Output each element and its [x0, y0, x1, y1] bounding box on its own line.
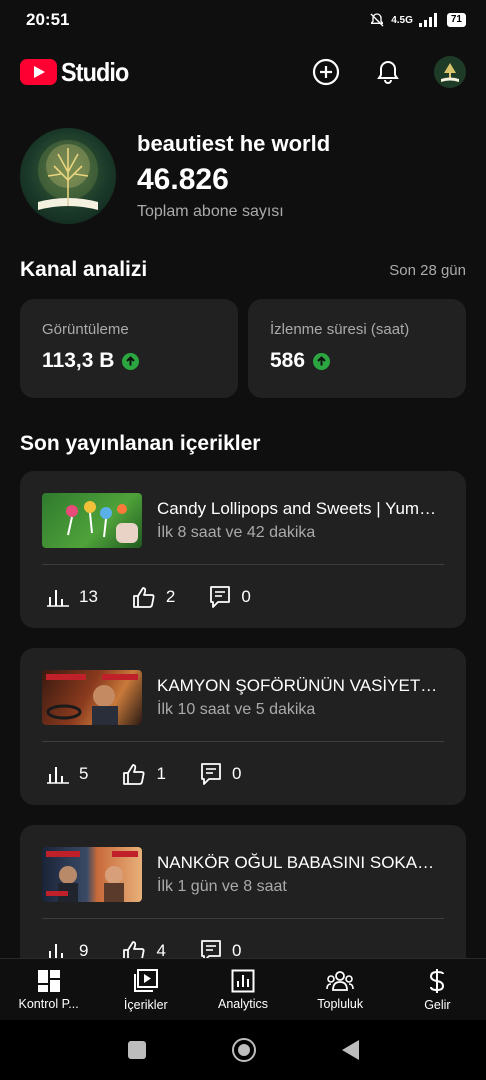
likes-metric: 2: [132, 586, 175, 608]
back-button[interactable]: [341, 1040, 359, 1060]
views-card[interactable]: Görüntüleme 113,3 B: [20, 299, 238, 398]
video-title: Candy Lollipops and Sweets | Yummy Candy: [157, 499, 439, 518]
nav-label: İçerikler: [123, 997, 168, 1012]
views-metric: 5: [47, 764, 88, 784]
status-time: 20:51: [26, 10, 70, 29]
nav-label: Kontrol P...: [18, 996, 79, 1011]
watchtime-label: İzlenme süresi (saat): [270, 321, 410, 338]
bottom-nav: Kontrol P... İçerikler Analytics Toplulu…: [0, 958, 486, 1020]
nav-analytics[interactable]: Analytics: [194, 959, 291, 1020]
add-circle-icon: [312, 58, 340, 86]
channel-avatar[interactable]: [20, 128, 116, 224]
comments-metric: 0: [209, 585, 251, 609]
home-button[interactable]: [231, 1038, 256, 1062]
video-time-window: İlk 10 saat ve 5 dakika: [157, 701, 316, 718]
recent-title: Son yayınlanan içerikler: [20, 432, 261, 455]
subscriber-label: Toplam abone sayısı: [137, 203, 284, 220]
nav-label: Topluluk: [317, 996, 364, 1011]
truck-driver-thumbnail-icon: [46, 674, 138, 725]
analytics-icon: [231, 969, 255, 992]
bar-chart-icon: [47, 590, 69, 607]
candy-thumbnail-icon: [66, 501, 138, 543]
recents-button[interactable]: [127, 1041, 146, 1059]
content-card[interactable]: Candy Lollipops and Sweets | Yummy Candy…: [20, 471, 466, 628]
youtube-play-icon: [20, 59, 57, 85]
comment-icon: [201, 763, 221, 785]
thumbs-up-icon: [123, 764, 145, 785]
nav-dashboard[interactable]: Kontrol P...: [0, 959, 97, 1020]
trend-up-icon: [122, 352, 140, 370]
notifications-button[interactable]: [372, 56, 404, 88]
analytics-period[interactable]: Son 28 gün: [389, 262, 466, 279]
dollar-icon: [430, 968, 445, 993]
battery-indicator: 71: [446, 13, 466, 27]
nav-earn[interactable]: Gelir: [389, 959, 486, 1020]
trend-up-icon: [313, 352, 331, 370]
views-value: 113,3 B: [42, 349, 115, 372]
views-count: 5: [79, 764, 89, 783]
views-metric: 13: [47, 587, 98, 607]
content-icon: [133, 968, 158, 992]
studio-logo[interactable]: Studio: [20, 57, 136, 88]
video-thumbnail[interactable]: [42, 847, 142, 902]
likes-count: 2: [165, 587, 176, 606]
content-card[interactable]: KAMYON ŞOFÖRÜNÜN VASİYETİ VE OĞLU İlk 10…: [20, 648, 466, 805]
channel-name: beautiest he world: [137, 131, 331, 156]
likes-metric: 1: [122, 763, 166, 785]
analytics-header: Kanal analizi Son 28 gün: [20, 258, 466, 282]
video-title: KAMYON ŞOFÖRÜNÜN VASİYETİ VE OĞLU: [157, 676, 439, 695]
tree-avatar-icon: [434, 56, 466, 88]
views-count: 13: [79, 587, 98, 606]
status-bar: 20:51 4.5G 71: [0, 0, 486, 40]
watchtime-value: 586: [270, 349, 306, 372]
nav-community[interactable]: Topluluk: [292, 959, 389, 1020]
likes-count: 1: [156, 764, 166, 783]
golden-tree-book-icon: [38, 140, 98, 210]
video-time-window: İlk 8 saat ve 42 dakika: [157, 524, 316, 541]
recent-header: Son yayınlanan içerikler: [20, 432, 466, 456]
comments-metric: 0: [200, 762, 241, 786]
video-title: NANKÖR OĞUL BABASINI SOKAĞA ATTI: [157, 853, 439, 872]
network-type: 4.5G: [391, 14, 413, 26]
thumbs-up-icon: [133, 587, 155, 608]
views-label: Görüntüleme: [42, 321, 129, 338]
comments-count: 0: [231, 764, 242, 783]
comments-count: 0: [241, 587, 251, 606]
bell-icon: [377, 60, 399, 84]
community-icon: [326, 970, 355, 991]
nav-content[interactable]: İçerikler: [97, 959, 194, 1020]
analytics-title: Kanal analizi: [20, 258, 148, 281]
bar-chart-icon: [47, 767, 69, 784]
video-thumbnail[interactable]: [42, 670, 142, 725]
video-thumbnail[interactable]: [42, 493, 142, 548]
nav-label: Gelir: [424, 997, 451, 1012]
create-button[interactable]: [310, 56, 342, 88]
signal-icon: [418, 13, 437, 27]
system-nav-bar: [0, 1020, 486, 1080]
watchtime-card[interactable]: İzlenme süresi (saat) 586: [248, 299, 466, 398]
mute-bell-icon: [370, 13, 384, 27]
logo-text: Studio: [61, 56, 129, 87]
status-icons: 4.5G 71: [369, 12, 466, 28]
app-bar: Studio: [0, 44, 486, 100]
channel-header: beautiest he world 46.826 Toplam abone s…: [20, 126, 466, 226]
account-avatar[interactable]: [434, 56, 466, 88]
dashboard-icon: [37, 969, 60, 992]
video-time-window: İlk 1 gün ve 8 saat: [157, 878, 287, 895]
nav-label: Analytics: [217, 996, 269, 1011]
family-thumbnail-icon: [46, 851, 138, 902]
subscriber-count: 46.826: [137, 163, 229, 196]
comment-icon: [210, 586, 231, 608]
